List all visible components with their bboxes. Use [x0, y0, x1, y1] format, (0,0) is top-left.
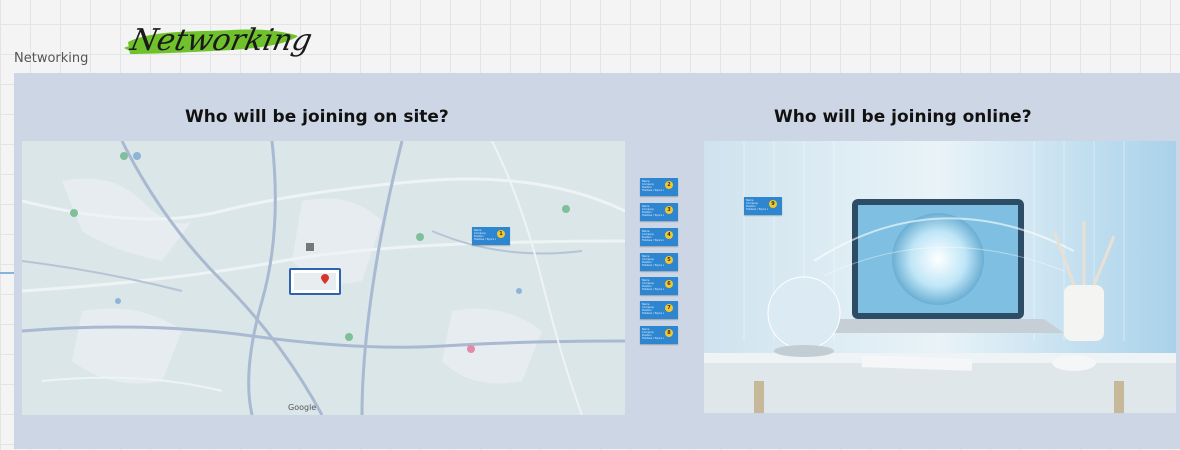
onsite-heading[interactable]: Who will be joining on site?	[185, 107, 449, 127]
location-card-thumbnail	[294, 273, 336, 290]
online-heading[interactable]: Who will be joining online?	[774, 107, 1032, 127]
networking-logo[interactable]: Networking	[122, 8, 312, 78]
online-illustration[interactable]	[704, 141, 1176, 413]
attendee-sticky-note[interactable]: Name Company Position Hobbies / Topics o…	[744, 197, 782, 215]
logo-script-text: Networking	[126, 23, 312, 58]
attendee-sticky-note[interactable]: Name Company Position Hobbies / Topics o…	[640, 203, 678, 221]
attendee-sticky-note[interactable]: Name Company Position Hobbies / Topics o…	[640, 326, 678, 344]
emoji-badge-icon: 2	[665, 181, 673, 189]
attendee-sticky-note[interactable]: Name Company Position Hobbies / Topics o…	[472, 227, 510, 245]
connector-line	[0, 272, 14, 274]
frame-label[interactable]: Networking	[14, 51, 88, 66]
attendee-sticky-note[interactable]: Name Company Position Hobbies / Topics o…	[640, 228, 678, 246]
attendee-sticky-note[interactable]: Name Company Position Hobbies / Topics o…	[640, 178, 678, 196]
emoji-badge-icon: 9	[769, 200, 777, 208]
emoji-badge-icon: 4	[665, 231, 673, 239]
attendee-sticky-note[interactable]: Name Company Position Hobbies / Topics o…	[640, 253, 678, 271]
map-image[interactable]: Google	[22, 141, 625, 415]
emoji-badge-icon: 1	[497, 230, 505, 238]
emoji-badge-icon: 3	[665, 206, 673, 214]
map-pin-icon	[321, 274, 329, 284]
emoji-badge-icon: 6	[665, 280, 673, 288]
attendee-sticky-note[interactable]: Name Company Position Hobbies / Topics o…	[640, 277, 678, 295]
attendee-sticky-note[interactable]: Name Company Position Hobbies / Topics o…	[640, 301, 678, 319]
map-attribution: Google	[288, 403, 317, 412]
location-card[interactable]	[289, 268, 341, 295]
emoji-badge-icon: 5	[665, 256, 673, 264]
emoji-badge-icon: 7	[665, 304, 673, 312]
emoji-badge-icon: 8	[665, 329, 673, 337]
